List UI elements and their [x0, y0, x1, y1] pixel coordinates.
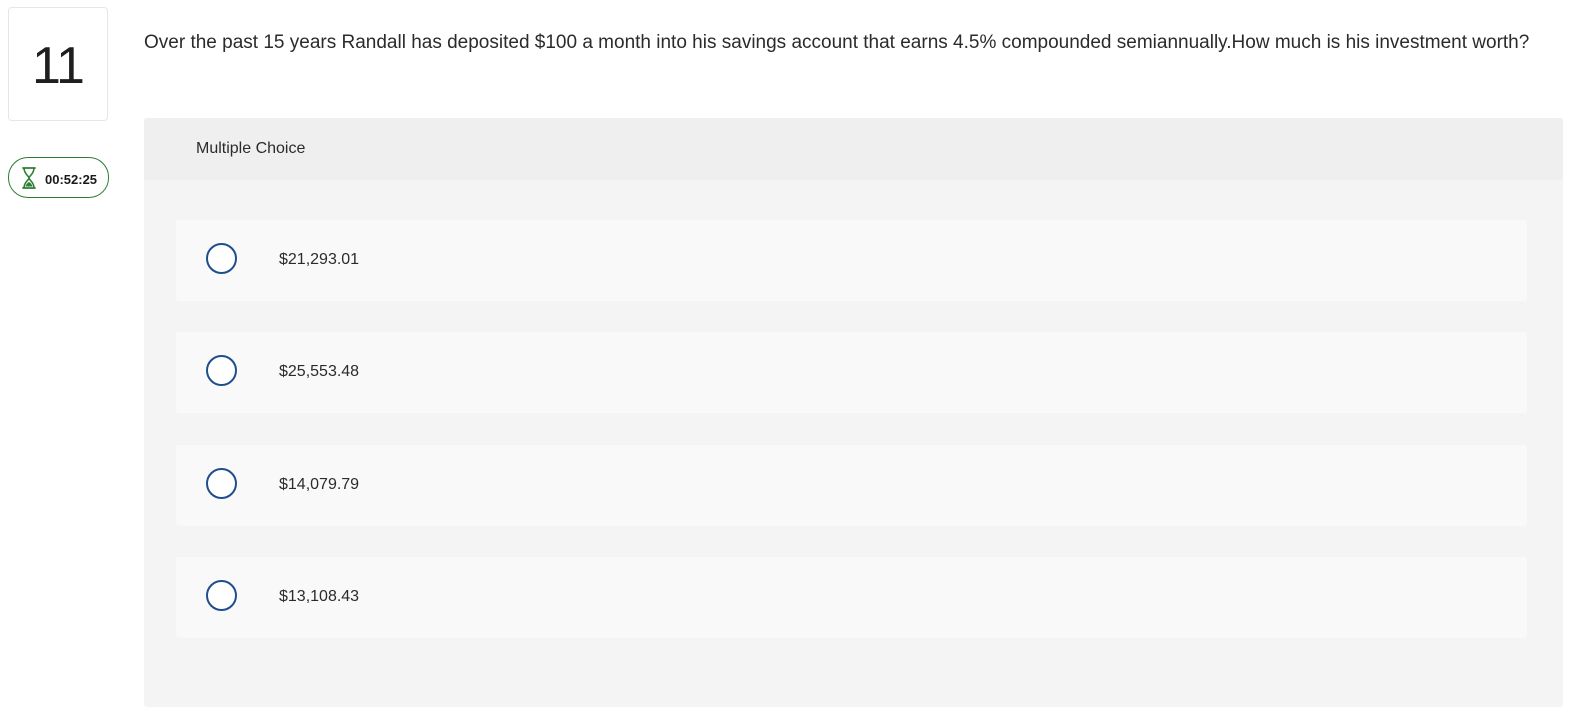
radio-button[interactable]: [206, 355, 237, 386]
question-type-label: Multiple Choice: [196, 140, 306, 157]
question-page: 11 00:52:25 Over the past 15 years Randa…: [0, 0, 1581, 722]
radio-button[interactable]: [206, 243, 237, 274]
choice-label: $14,079.79: [279, 476, 360, 493]
timer-value: 00:52:25: [45, 171, 98, 187]
hourglass-icon: [21, 166, 37, 189]
answer-panel-header: Multiple Choice: [144, 118, 1563, 180]
question-number-box: 11: [8, 7, 108, 121]
choice-label: $13,108.43: [279, 588, 360, 605]
choice-option-2[interactable]: $25,553.48: [176, 332, 1527, 413]
choice-option-4[interactable]: $13,108.43: [176, 557, 1527, 638]
choice-option-1[interactable]: $21,293.01: [176, 220, 1527, 301]
timer-badge[interactable]: 00:52:25: [8, 157, 109, 198]
answer-panel: Multiple Choice $21,293.01 $25,553.48 $1…: [144, 118, 1563, 707]
radio-button[interactable]: [206, 468, 237, 499]
question-number: 11: [32, 37, 85, 95]
radio-button[interactable]: [206, 580, 237, 611]
choice-option-3[interactable]: $14,079.79: [176, 445, 1527, 526]
choice-label: $25,553.48: [279, 363, 360, 380]
choice-label: $21,293.01: [279, 251, 360, 268]
question-text: Over the past 15 years Randall has depos…: [144, 32, 1530, 53]
